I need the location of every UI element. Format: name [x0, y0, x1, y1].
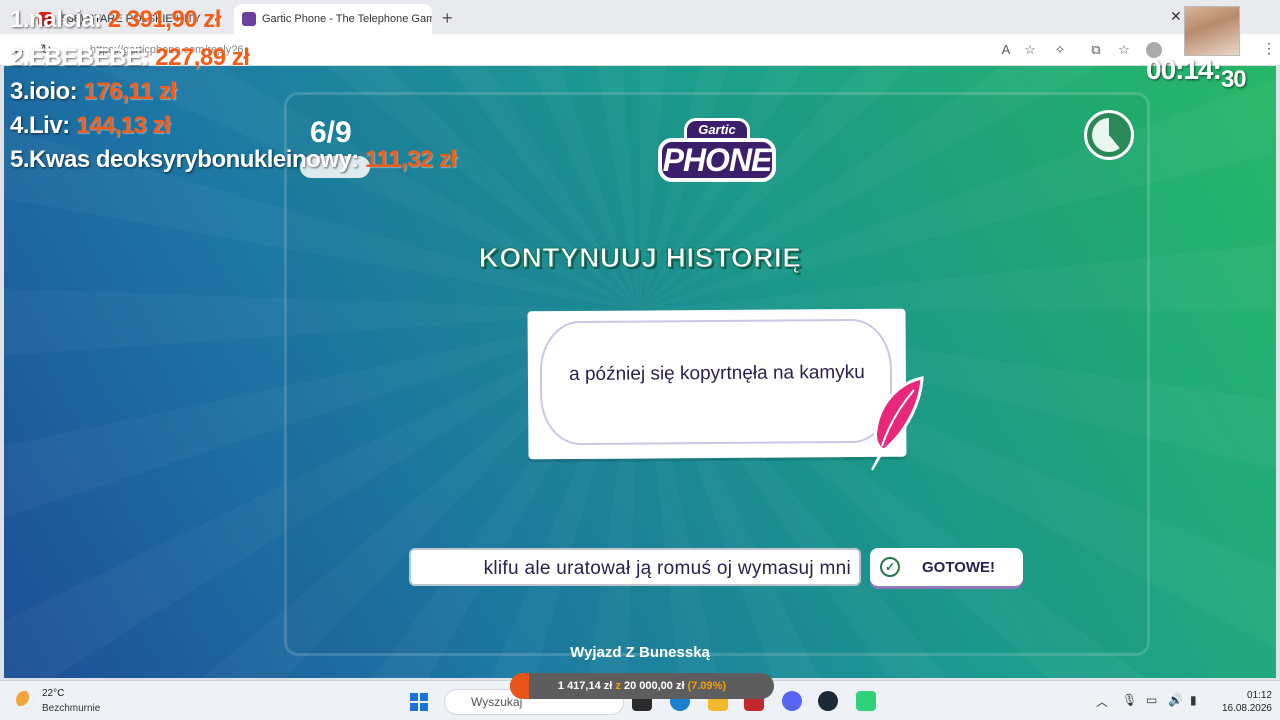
leaderboard-rank: 3.	[10, 78, 30, 105]
leaderboard-name: Kwas deoksyrybonukleinowy:	[29, 146, 359, 173]
clock-date: 16.08.2026	[1221, 703, 1272, 714]
goal-current: 1 417,14 zł	[557, 680, 613, 692]
leaderboard-amount: 227,89 zł	[155, 44, 250, 71]
split-screen-icon[interactable]: ⧉	[1088, 42, 1104, 58]
prompt-card: a później się kopyrtnęła na kamyku	[527, 308, 907, 460]
prompt-text: a później się kopyrtnęła na kamyku	[568, 361, 865, 386]
leaderboard-row: 5.Kwas deoksyrybonukleinowy: 111,32 zł	[10, 146, 457, 178]
favorites-icon[interactable]: ☆	[1116, 42, 1132, 58]
leaderboard-row: 1.nalcia: 2 391,90 zł	[10, 6, 221, 38]
leaderboard-name: EBEBEBE:	[29, 44, 150, 71]
weather-description: Bezchmurnie	[42, 703, 101, 714]
gartic-phone-logo: Gartic PHONE	[658, 116, 776, 190]
extensions-icon[interactable]: ✧	[1052, 42, 1068, 58]
leaderboard-row: 3.ioio: 176,11 zł	[10, 78, 177, 110]
goal-percent: (7.09%)	[687, 680, 727, 692]
start-windows-icon[interactable]	[410, 693, 428, 711]
leaderboard-rank: 4.	[10, 112, 30, 139]
goal-target: 20 000,00 zł	[623, 680, 685, 692]
check-icon: ✓	[880, 557, 900, 577]
weather-temperature: 22°C	[42, 688, 65, 699]
gartic-favicon-icon	[242, 12, 256, 26]
leaderboard-row: 2.EBEBEBE: 227,89 zł	[10, 44, 250, 76]
leaderboard-amount: 111,32 zł	[364, 146, 457, 173]
answer-input[interactable]: klifu ale uratował ją romuś oj wymasuj m…	[409, 548, 861, 586]
leaderboard-rank: 1.	[10, 6, 30, 33]
leaderboard-amount: 176,11 zł	[83, 78, 177, 105]
steam-icon[interactable]	[818, 691, 838, 711]
volume-icon[interactable]: 🔊	[1168, 693, 1183, 707]
weather-moon-icon[interactable]	[16, 691, 34, 709]
logo-main-text: PHONE	[658, 138, 776, 182]
leaderboard-name: ioio:	[29, 78, 78, 105]
window-close-icon[interactable]: ✕	[1170, 8, 1182, 25]
donation-goal-text: 1 417,14 zł z 20 000,00 zł (7.09%)	[510, 673, 774, 699]
taskbar-clock[interactable]: 01:12 16.08.2026	[1216, 689, 1272, 715]
donation-goal-bar: 1 417,14 zł z 20 000,00 zł (7.09%)	[510, 673, 774, 699]
timer-fill	[1092, 118, 1126, 152]
leaderboard-name: Liv:	[29, 112, 70, 139]
stream-timer: 00:14:30	[1146, 54, 1247, 94]
leaderboard-row: 4.Liv: 144,13 zł	[10, 112, 171, 144]
done-button-label: GOTOWE!	[922, 558, 996, 576]
stream-timer-seconds: 30	[1220, 66, 1247, 93]
app-icon-green[interactable]	[856, 691, 876, 711]
page-heading: KONTYNUUJ HISTORIĘ	[478, 242, 802, 274]
translate-icon[interactable]: A	[998, 42, 1014, 58]
tray-chevron-up-icon[interactable]: ︿	[1096, 693, 1108, 710]
stream-timer-main: 00:14:	[1146, 54, 1222, 85]
now-playing-song: Wyjazd Z Bunesską	[570, 644, 710, 661]
battery-icon[interactable]: ▮	[1190, 693, 1197, 707]
new-tab-icon[interactable]: +	[442, 8, 453, 29]
quill-feather-icon	[871, 376, 924, 471]
favorite-star-icon[interactable]: ☆	[1022, 42, 1038, 58]
webcam-feed	[1184, 6, 1240, 56]
leaderboard-name: nalcia:	[29, 6, 102, 33]
round-timer-icon	[1084, 110, 1134, 160]
more-menu-icon[interactable]: ⋮	[1262, 40, 1276, 57]
discord-icon[interactable]	[782, 691, 802, 711]
leaderboard-amount: 144,13 zł	[75, 112, 171, 139]
round-counter: 6/9	[310, 116, 352, 149]
network-icon[interactable]: ▭	[1146, 693, 1157, 707]
answer-input-value: klifu ale uratował ją romuś oj wymasuj m…	[483, 558, 851, 579]
leaderboard-amount: 2 391,90 zł	[107, 6, 222, 33]
microphone-icon[interactable]: 🎙	[1122, 693, 1137, 707]
clock-time: 01:12	[1246, 690, 1272, 701]
leaderboard-rank: 5.	[10, 146, 30, 173]
leaderboard-rank: 2.	[10, 44, 30, 71]
tab-gartic[interactable]: Gartic Phone - The Telephone Game ✕	[234, 4, 432, 34]
tab-gartic-label: Gartic Phone - The Telephone Game	[262, 13, 432, 25]
goal-separator: z	[615, 680, 621, 692]
done-button[interactable]: ✓ GOTOWE!	[870, 548, 1023, 586]
